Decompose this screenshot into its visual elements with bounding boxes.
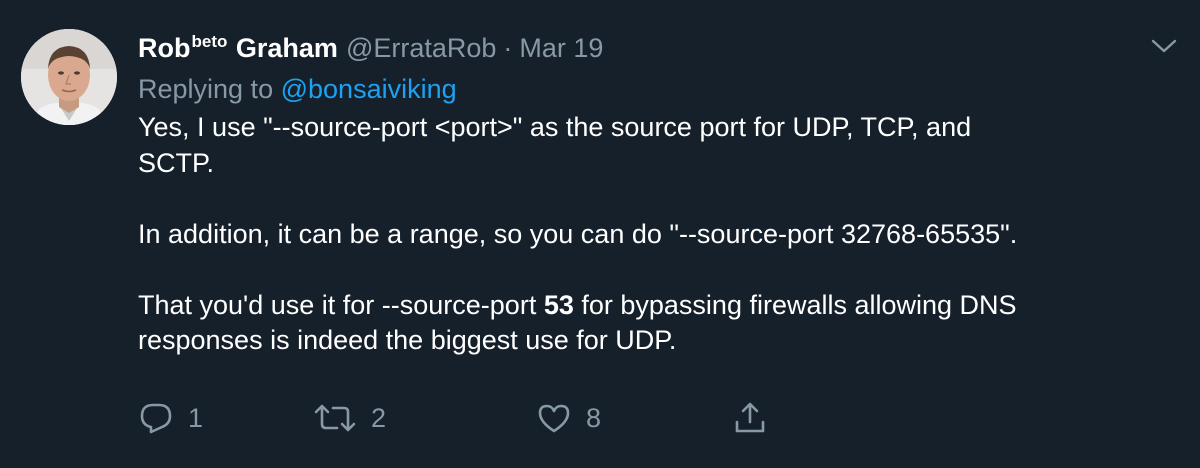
tweet-content: Robbeto Graham @ErrataRob · Mar 19 Reply…	[138, 28, 1168, 359]
author-handle[interactable]: @ErrataRob	[346, 28, 496, 68]
paragraph-3-start: That you'd use it for --source-port	[138, 289, 544, 320]
like-count: 8	[586, 402, 602, 433]
heart-icon	[536, 400, 572, 436]
retweet-arrows-icon	[313, 400, 357, 436]
tweet-paragraph-2: In addition, it can be a range, so you c…	[138, 218, 1018, 249]
reply-count: 1	[188, 402, 204, 433]
author-name-superscript: beto	[191, 32, 228, 51]
share-upload-icon	[732, 400, 768, 436]
tweet-date[interactable]: Mar 19	[519, 28, 603, 68]
avatar[interactable]	[21, 29, 117, 125]
reply-mention-link[interactable]: @bonsaiviking	[281, 74, 457, 104]
paragraph-3-bold-number: 53	[543, 289, 574, 320]
reply-button[interactable]: 1	[138, 398, 203, 438]
author-name-last: Graham	[235, 33, 338, 63]
retweet-button[interactable]: 2	[313, 398, 386, 438]
replying-to: Replying to @bonsaiviking	[138, 70, 1168, 108]
tweet[interactable]: Robbeto Graham @ErrataRob · Mar 19 Reply…	[0, 0, 1200, 468]
replying-to-label: Replying to	[138, 74, 274, 104]
tweet-paragraph-3: That you'd use it for --source-port 53 f…	[138, 288, 1178, 359]
retweet-count: 2	[371, 402, 387, 433]
like-button[interactable]: 8	[536, 398, 601, 438]
tweet-text: Yes, I use "--source-port <port>" as the…	[138, 110, 1178, 359]
author-name[interactable]: Robbeto Graham	[138, 28, 338, 72]
author-name-first: Rob	[138, 33, 191, 63]
tweet-header: Robbeto Graham @ErrataRob · Mar 19	[138, 28, 1168, 68]
speech-bubble-icon	[138, 400, 174, 436]
tweet-paragraph-1: Yes, I use "--source-port <port>" as the…	[138, 112, 972, 178]
separator-dot: ·	[503, 33, 513, 63]
avatar-photo	[21, 29, 117, 125]
share-button[interactable]	[732, 398, 768, 438]
chevron-down-icon[interactable]	[1150, 36, 1178, 56]
tweet-actions: 1 2 8	[138, 398, 778, 438]
